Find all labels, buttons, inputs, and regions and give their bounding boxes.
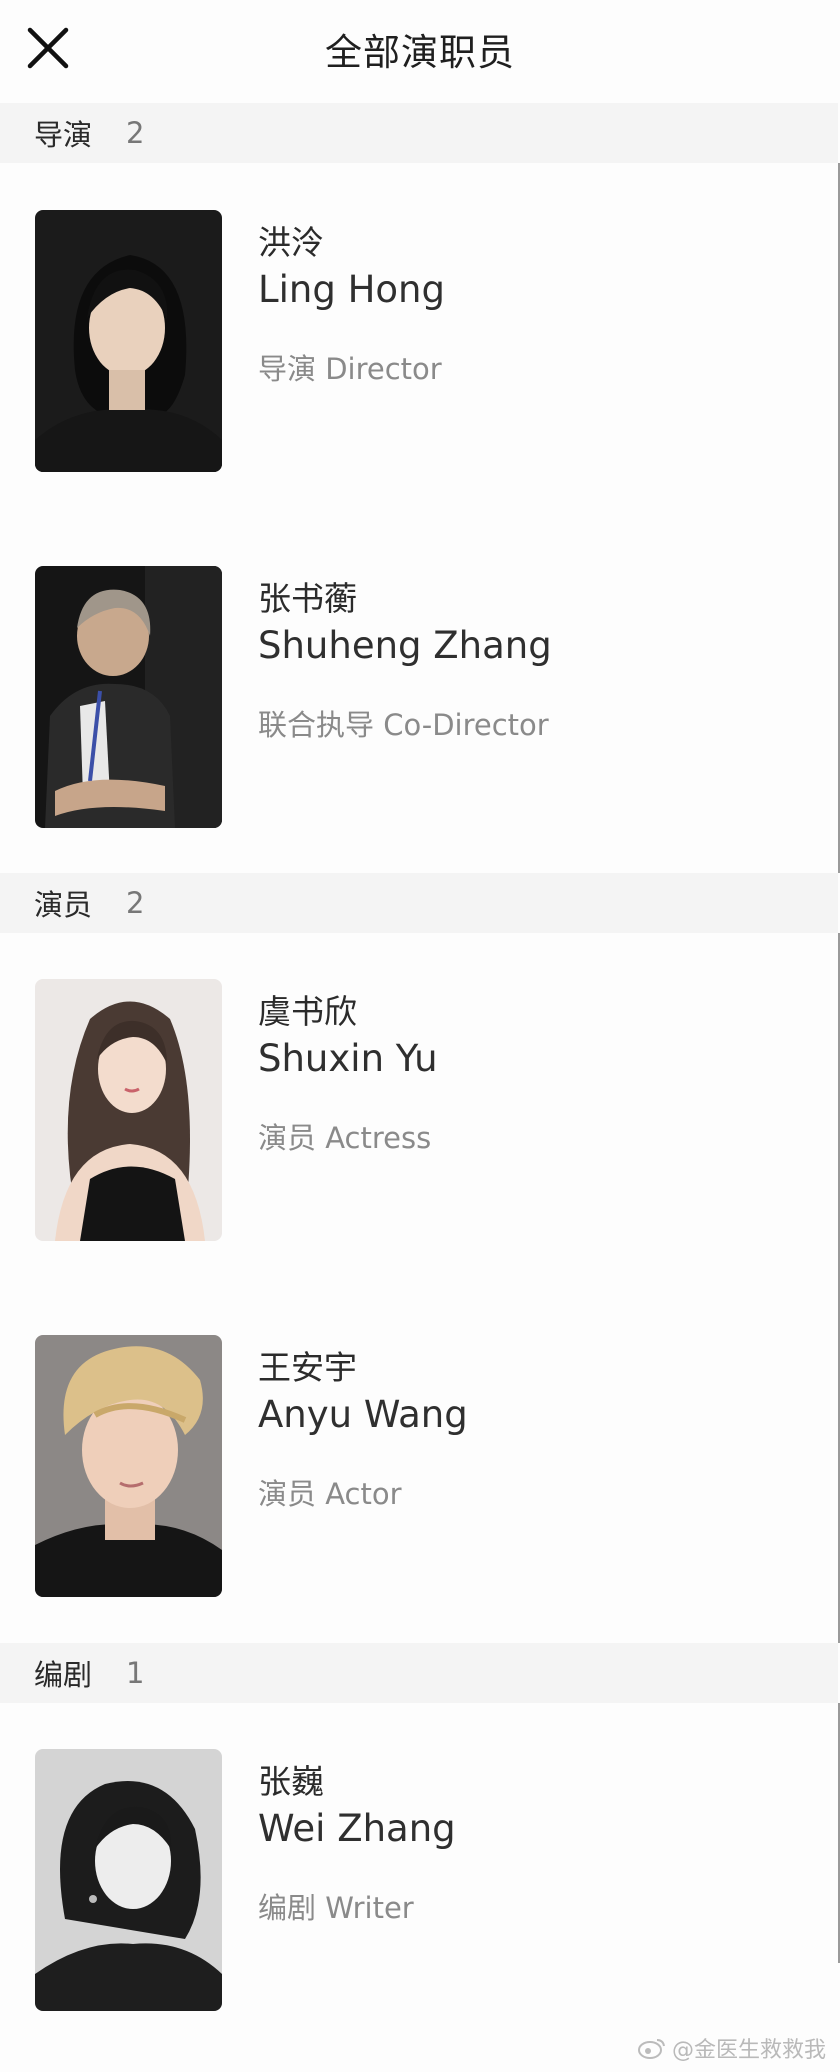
person-en-name: Shuxin Yu xyxy=(258,1037,438,1080)
avatar[interactable] xyxy=(35,566,222,828)
person-cn-name: 王安宇 xyxy=(258,1348,357,1387)
person-cn-name: 洪泠 xyxy=(258,223,324,262)
page-title: 全部演职员 xyxy=(325,31,515,74)
section-name: 导演 xyxy=(34,118,93,152)
person-cn-name: 张书蘅 xyxy=(258,579,357,618)
section-count: 1 xyxy=(126,1656,145,1690)
person-en-name: Shuheng Zhang xyxy=(258,624,552,667)
watermark: @金医生救救我 xyxy=(637,2032,826,2064)
weibo-icon xyxy=(637,2039,665,2059)
person-row[interactable]: 虞书欣 Shuxin Yu 演员 Actress xyxy=(0,979,838,1241)
person-row[interactable]: 张巍 Wei Zhang 编剧 Writer xyxy=(0,1749,838,2011)
person-en-name: Wei Zhang xyxy=(258,1807,456,1850)
avatar[interactable] xyxy=(35,979,222,1241)
person-row[interactable]: 张书蘅 Shuheng Zhang 联合执导 Co-Director xyxy=(0,566,838,828)
person-role: 导演 Director xyxy=(258,352,442,386)
avatar[interactable] xyxy=(35,1335,222,1597)
watermark-text: @金医生救救我 xyxy=(671,2038,826,2063)
person-en-name: Anyu Wang xyxy=(258,1393,468,1436)
section-count: 2 xyxy=(126,886,145,920)
section-header-writers: 编剧 1 xyxy=(0,1643,838,1703)
top-bar: 全部演职员 xyxy=(0,0,840,100)
person-role: 演员 Actor xyxy=(258,1477,402,1511)
avatar[interactable] xyxy=(35,210,222,472)
person-cn-name: 虞书欣 xyxy=(258,992,357,1031)
avatar[interactable] xyxy=(35,1749,222,2011)
person-en-name: Ling Hong xyxy=(258,268,445,311)
person-cn-name: 张巍 xyxy=(258,1762,324,1801)
section-header-directors: 导演 2 xyxy=(0,103,838,163)
person-role: 联合执导 Co-Director xyxy=(258,708,549,742)
person-role: 演员 Actress xyxy=(258,1121,432,1155)
section-name: 演员 xyxy=(34,888,93,922)
section-count: 2 xyxy=(126,116,145,150)
section-name: 编剧 xyxy=(34,1658,93,1692)
person-row[interactable]: 洪泠 Ling Hong 导演 Director xyxy=(0,210,838,472)
section-header-actors: 演员 2 xyxy=(0,873,838,933)
person-role: 编剧 Writer xyxy=(258,1891,414,1925)
person-row[interactable]: 王安宇 Anyu Wang 演员 Actor xyxy=(0,1335,838,1597)
